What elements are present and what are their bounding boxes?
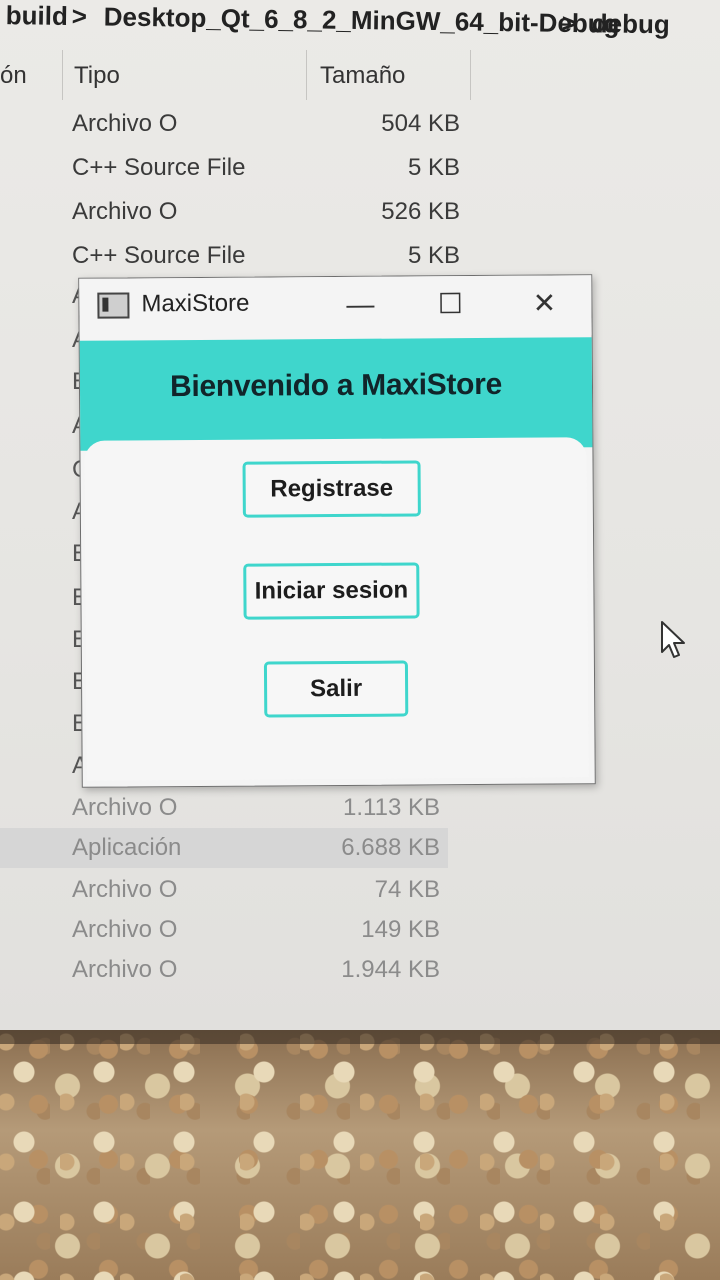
file-row[interactable]: Archivo O 1.113 KB [0,788,460,828]
column-header: ón Tipo Tamaño [0,50,720,100]
file-row[interactable]: C++ Source File 5 KB [0,236,460,276]
hidden-row-letter: E [72,584,88,612]
file-type: Archivo O [72,876,178,903]
breadcrumb-build[interactable]: build [6,0,69,32]
hidden-row-letter: E [72,540,88,568]
file-row[interactable]: Archivo O 526 KB [0,192,460,232]
app-window-icon [97,292,130,319]
maxistore-dialog: MaxiStore — ☐ ✕ Bienvenido a MaxiStore R… [78,274,596,788]
column-header-type[interactable]: Tipo [74,62,120,90]
breadcrumb-debug[interactable]: debug [592,8,670,40]
column-divider[interactable] [470,50,471,100]
breadcrumb-build-folder[interactable]: Desktop_Qt_6_8_2_MinGW_64_bit-Debug [104,1,620,39]
column-divider[interactable] [306,50,307,100]
dialog-content: Registrase Iniciar sesion Salir [84,437,589,781]
file-size: 526 KB [381,198,460,225]
file-size: 1.113 KB [343,794,440,821]
file-type: C++ Source File [72,154,246,181]
dialog-title: MaxiStore [141,289,250,318]
hidden-row-letter: E [72,668,89,695]
minimize-button[interactable]: — [335,283,385,327]
login-button[interactable]: Iniciar sesion [243,562,420,620]
file-size: 149 KB [361,916,440,943]
file-row[interactable]: Archivo O 1.944 KB [0,950,460,990]
file-type: C++ Source File [72,242,246,269]
mouse-pointer-icon [661,621,685,658]
welcome-banner: Bienvenido a MaxiStore [79,337,593,451]
file-type: Archivo O [72,110,178,137]
column-header-size[interactable]: Tamaño [320,62,405,90]
hidden-row-letter: E [72,710,89,737]
file-row[interactable]: Archivo O 74 KB [0,870,460,910]
file-type: Archivo O [72,198,178,225]
exit-button[interactable]: Salir [263,660,409,718]
file-row-selected[interactable]: Aplicación 6.688 KB [0,828,448,868]
monitor-bezel-shadow [0,1030,720,1044]
dialog-titlebar[interactable]: MaxiStore — ☐ ✕ [79,275,592,339]
close-button[interactable]: ✕ [519,281,569,325]
file-explorer-window: build > Desktop_Qt_6_8_2_MinGW_64_bit-De… [0,0,720,1030]
file-row[interactable]: C++ Source File 5 KB [0,148,460,188]
welcome-heading: Bienvenido a MaxiStore [169,367,503,404]
file-type: Archivo O [72,794,178,821]
breadcrumb-separator: > [561,7,578,39]
hidden-row-letter: A [72,752,89,779]
file-type: Archivo O [72,916,178,943]
column-divider[interactable] [62,50,63,100]
file-row[interactable]: Archivo O 149 KB [0,910,460,950]
file-size: 6.688 KB [341,834,440,861]
hidden-row-letter: E [72,626,88,654]
file-type: Aplicación [72,834,182,861]
file-size: 5 KB [407,154,460,181]
file-type: Archivo O [72,956,178,983]
file-row[interactable]: Archivo O 504 KB [0,104,460,144]
file-size: 504 KB [381,110,460,137]
file-size: 74 KB [374,876,440,903]
file-size: 1.944 KB [341,956,440,983]
desktop-wallpaper [0,1030,720,1280]
register-button[interactable]: Registrase [242,460,421,518]
file-size: 5 KB [407,242,460,269]
maximize-button[interactable]: ☐ [425,282,475,326]
breadcrumb-separator: > [71,1,88,32]
breadcrumb: build > Desktop_Qt_6_8_2_MinGW_64_bit-De… [0,0,720,50]
column-header-name-partial[interactable]: ón [0,62,27,90]
